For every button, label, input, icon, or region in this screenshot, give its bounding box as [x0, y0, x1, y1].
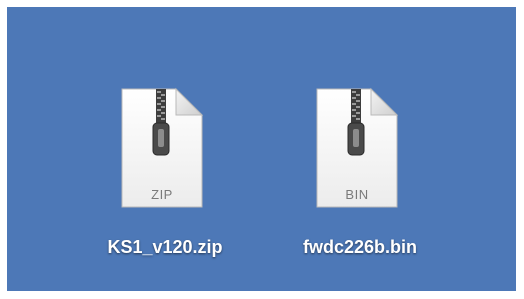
desktop-file-zip[interactable]: ZIP KS1_v120.zip	[70, 79, 260, 279]
file-name-label[interactable]: KS1_v120.zip	[70, 237, 260, 258]
file-type-label: ZIP	[151, 187, 173, 202]
desktop: ZIP KS1_v120.zip BIN fwdc226b.bin	[7, 7, 516, 291]
file-name-label[interactable]: fwdc226b.bin	[265, 237, 455, 258]
desktop-file-bin[interactable]: BIN fwdc226b.bin	[265, 79, 455, 279]
file-type-label: BIN	[345, 187, 369, 202]
